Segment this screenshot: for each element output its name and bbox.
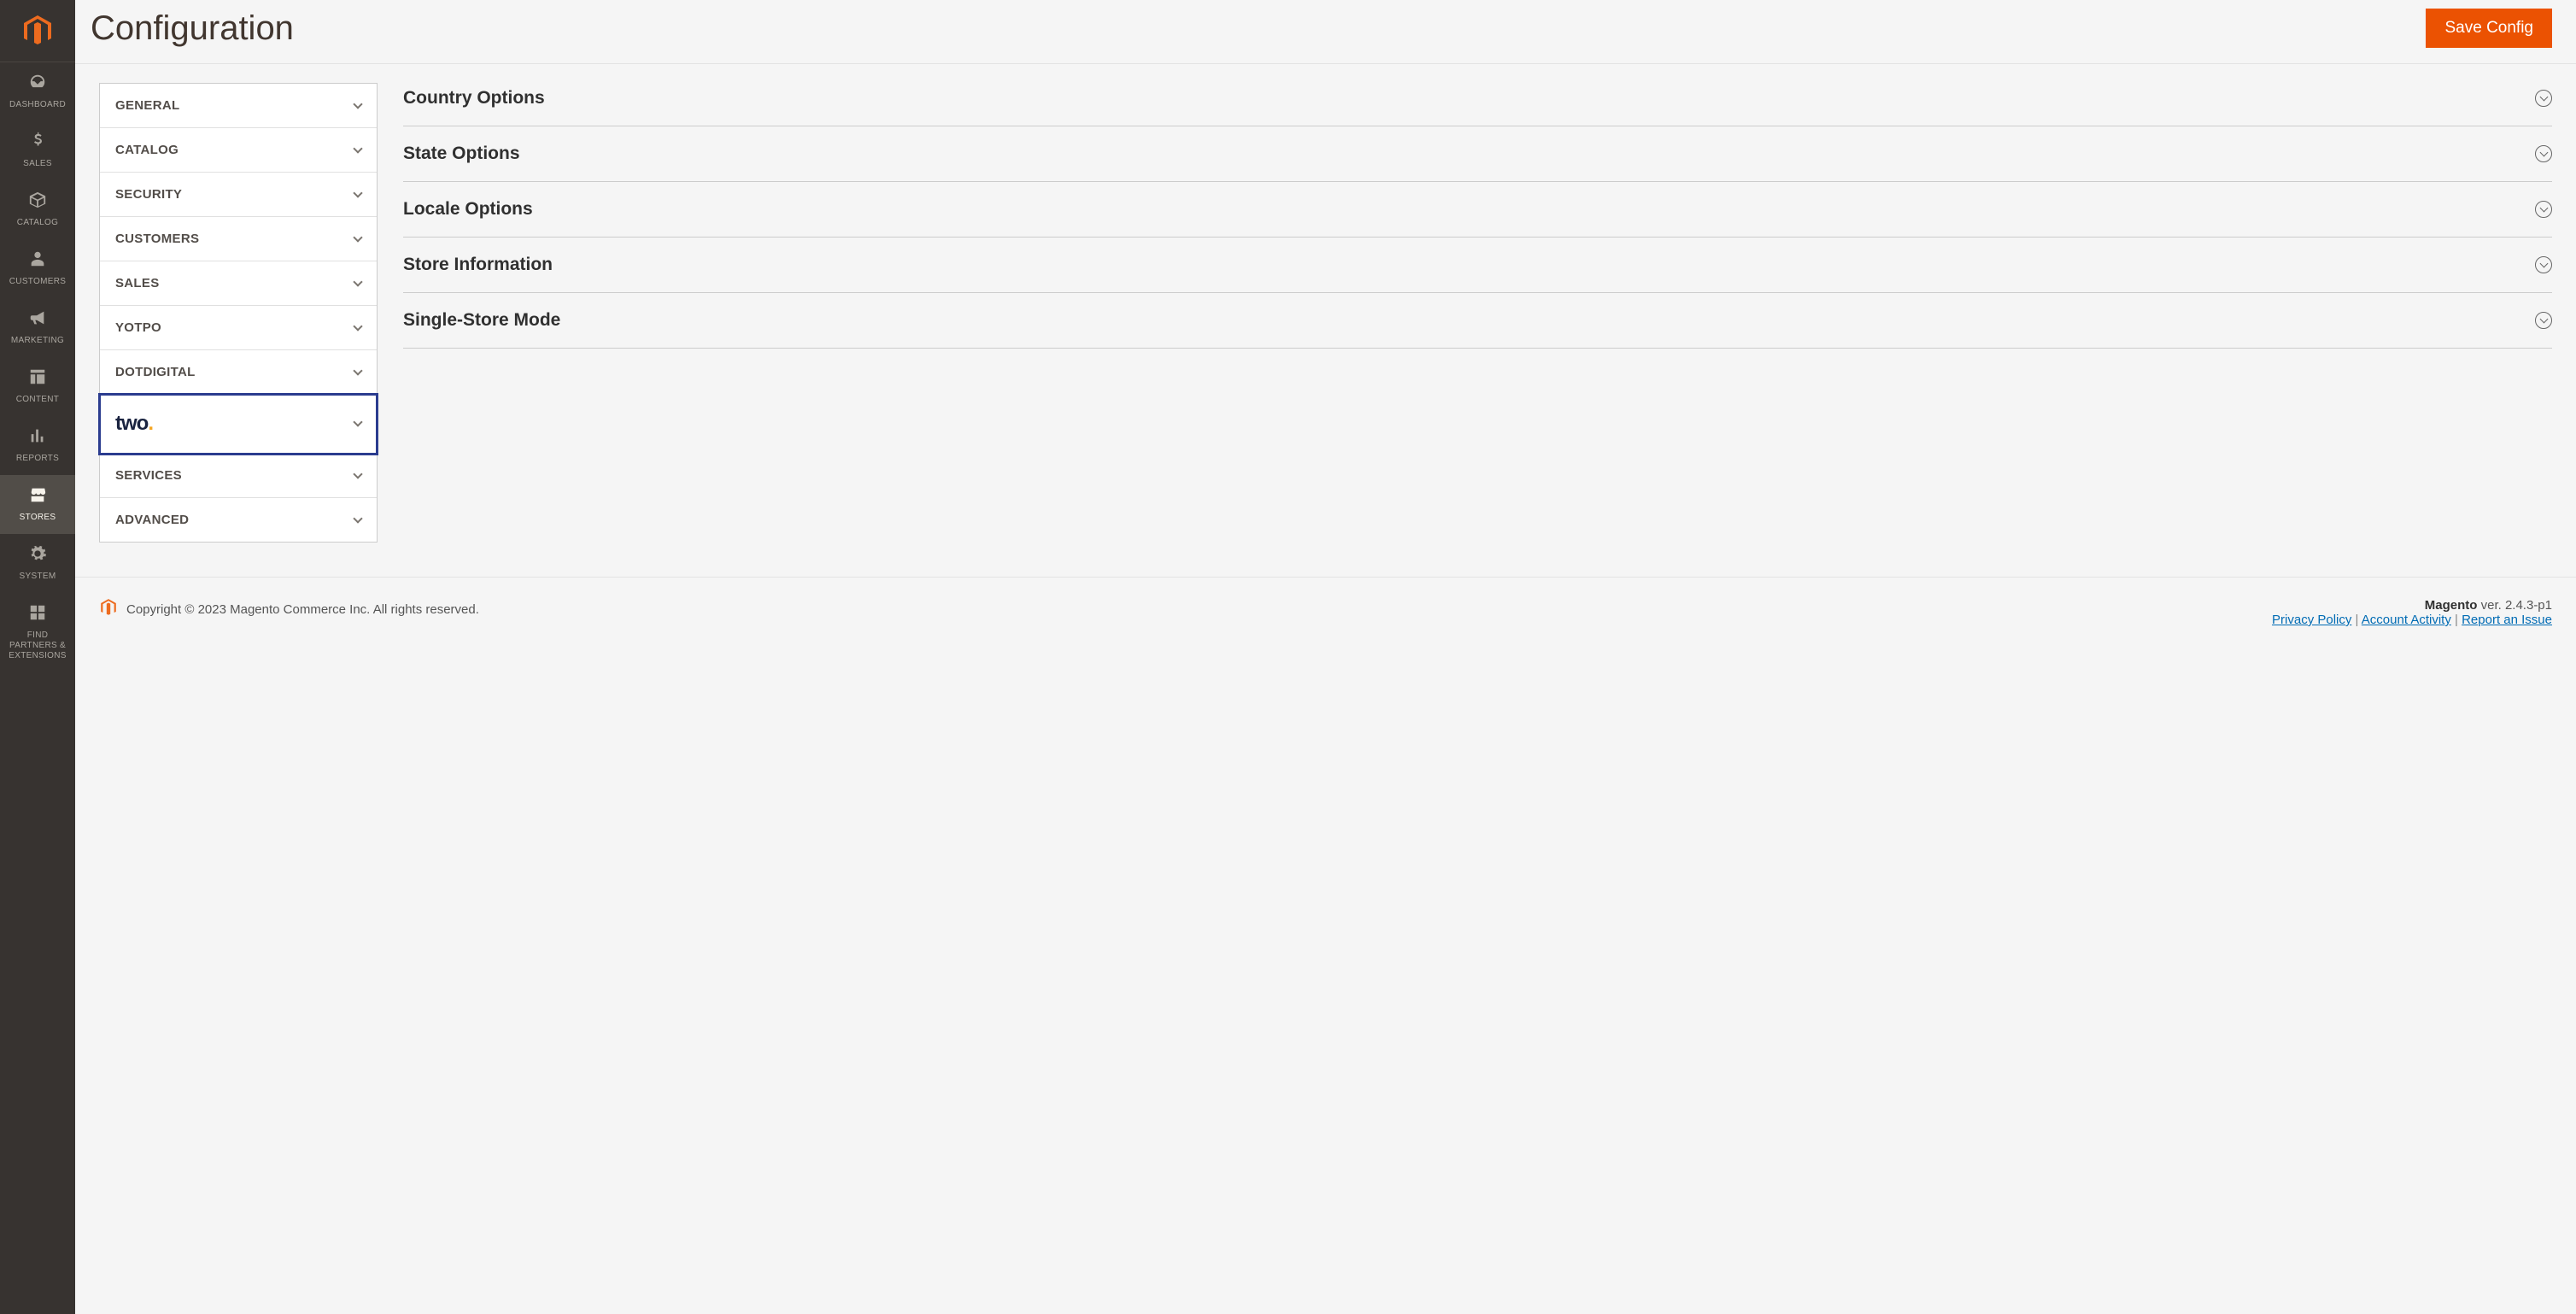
account-activity-link[interactable]: Account Activity xyxy=(2362,613,2451,627)
config-tab-label: two. xyxy=(115,412,153,436)
version-number: ver. 2.4.3-p1 xyxy=(2481,598,2552,613)
config-tab-label: GENERAL xyxy=(115,98,179,113)
page-title: Configuration xyxy=(91,9,294,48)
nav-marketing[interactable]: MARKETING xyxy=(0,298,75,357)
nav-label: CATALOG xyxy=(17,218,58,228)
config-tab-label: CUSTOMERS xyxy=(115,232,199,246)
chevron-down-icon xyxy=(353,232,362,242)
nav-stores[interactable]: STORES xyxy=(0,475,75,534)
section-title: State Options xyxy=(403,144,520,164)
config-tab-two[interactable]: two. xyxy=(100,395,377,454)
nav-reports[interactable]: REPORTS xyxy=(0,416,75,475)
config-tab-label: YOTPO xyxy=(115,320,161,335)
section-title: Country Options xyxy=(403,88,545,109)
nav-label: CUSTOMERS xyxy=(9,277,66,287)
store-icon xyxy=(28,485,47,509)
nav-label: STORES xyxy=(20,513,56,523)
nav-label: SYSTEM xyxy=(20,572,56,582)
config-tab-label: SALES xyxy=(115,276,160,290)
chevron-down-icon xyxy=(353,513,362,523)
chevron-down-icon xyxy=(353,144,362,153)
config-tab-dotdigital[interactable]: DOTDIGITAL xyxy=(100,350,377,395)
gear-icon xyxy=(28,544,47,568)
footer-right: Magento ver. 2.4.3-p1 Privacy Policy | A… xyxy=(2272,598,2552,627)
nav-find_partners[interactable]: FIND PARTNERS & EXTENSIONS xyxy=(0,593,75,672)
nav-label: CONTENT xyxy=(16,395,59,405)
box-icon xyxy=(28,191,47,214)
admin-sidebar: DASHBOARD SALES CATALOG CUSTOMERS MARKETING C… xyxy=(0,0,75,1314)
layout-icon xyxy=(28,367,47,391)
expand-icon xyxy=(2535,312,2552,329)
expand-icon xyxy=(2535,256,2552,273)
nav-customers[interactable]: CUSTOMERS xyxy=(0,239,75,298)
config-tab-services[interactable]: SERVICES xyxy=(100,454,377,498)
footer-separator: | xyxy=(2455,613,2462,627)
save-config-button[interactable]: Save Config xyxy=(2426,9,2552,48)
config-tab-label: ADVANCED xyxy=(115,513,189,527)
footer-magento-logo-icon xyxy=(99,598,118,620)
expand-icon xyxy=(2535,145,2552,162)
config-tab-security[interactable]: SECURITY xyxy=(100,173,377,217)
chevron-down-icon xyxy=(353,321,362,331)
config-tab-yotpo[interactable]: YOTPO xyxy=(100,306,377,350)
nav-label: MARKETING xyxy=(11,336,64,346)
section-single_store[interactable]: Single-Store Mode xyxy=(403,293,2552,349)
dollar-icon xyxy=(28,132,47,155)
config-tabs: GENERAL CATALOG SECURITY CUSTOMERS SALES YOTP… xyxy=(99,83,378,543)
section-title: Single-Store Mode xyxy=(403,310,560,331)
person-icon xyxy=(28,249,47,273)
section-locale[interactable]: Locale Options xyxy=(403,182,2552,238)
footer-separator: | xyxy=(2356,613,2362,627)
nav-label: DASHBOARD xyxy=(9,100,66,110)
expand-icon xyxy=(2535,90,2552,107)
config-tab-label: SERVICES xyxy=(115,468,182,483)
nav-sales[interactable]: SALES xyxy=(0,121,75,180)
section-state[interactable]: State Options xyxy=(403,126,2552,182)
nav-label: SALES xyxy=(23,159,52,169)
megaphone-icon xyxy=(28,308,47,332)
chevron-down-icon xyxy=(353,99,362,109)
privacy-policy-link[interactable]: Privacy Policy xyxy=(2272,613,2351,627)
expand-icon xyxy=(2535,201,2552,218)
section-title: Locale Options xyxy=(403,199,533,220)
chevron-down-icon xyxy=(353,188,362,197)
chevron-down-icon xyxy=(353,277,362,286)
nav-label: REPORTS xyxy=(16,454,59,464)
page-footer: Copyright © 2023 Magento Commerce Inc. A… xyxy=(75,577,2576,648)
copyright-text: Copyright © 2023 Magento Commerce Inc. A… xyxy=(126,602,479,617)
config-tab-customers[interactable]: CUSTOMERS xyxy=(100,217,377,261)
config-tab-advanced[interactable]: ADVANCED xyxy=(100,498,377,542)
config-tab-label: DOTDIGITAL xyxy=(115,365,196,379)
config-tab-label: CATALOG xyxy=(115,143,179,157)
config-sections: Country Options State Options Locale Optio… xyxy=(403,83,2552,349)
section-title: Store Information xyxy=(403,255,553,275)
magento-logo-icon xyxy=(20,14,55,48)
main-content: Configuration Save Config GENERAL CATALOG… xyxy=(75,0,2576,1314)
config-tab-label: SECURITY xyxy=(115,187,182,202)
nav-dashboard[interactable]: DASHBOARD xyxy=(0,62,75,121)
footer-left: Copyright © 2023 Magento Commerce Inc. A… xyxy=(99,598,479,620)
report-issue-link[interactable]: Report an Issue xyxy=(2462,613,2552,627)
magento-logo[interactable] xyxy=(0,0,75,62)
gauge-icon xyxy=(28,73,47,97)
section-country[interactable]: Country Options xyxy=(403,83,2552,126)
nav-content[interactable]: CONTENT xyxy=(0,357,75,416)
config-tab-sales[interactable]: SALES xyxy=(100,261,377,306)
nav-system[interactable]: SYSTEM xyxy=(0,534,75,593)
blocks-icon xyxy=(28,603,47,627)
config-content: GENERAL CATALOG SECURITY CUSTOMERS SALES YOTP… xyxy=(75,64,2576,577)
page-header: Configuration Save Config xyxy=(75,0,2576,64)
chevron-down-icon xyxy=(353,366,362,375)
chart-icon xyxy=(28,426,47,450)
config-tab-catalog[interactable]: CATALOG xyxy=(100,128,377,173)
chevron-down-icon xyxy=(353,469,362,478)
section-store_info[interactable]: Store Information xyxy=(403,238,2552,293)
chevron-down-icon xyxy=(353,417,362,426)
nav-catalog[interactable]: CATALOG xyxy=(0,180,75,239)
config-tab-general[interactable]: GENERAL xyxy=(100,84,377,128)
nav-label: FIND PARTNERS & EXTENSIONS xyxy=(3,631,72,661)
version-product: Magento xyxy=(2425,598,2478,613)
